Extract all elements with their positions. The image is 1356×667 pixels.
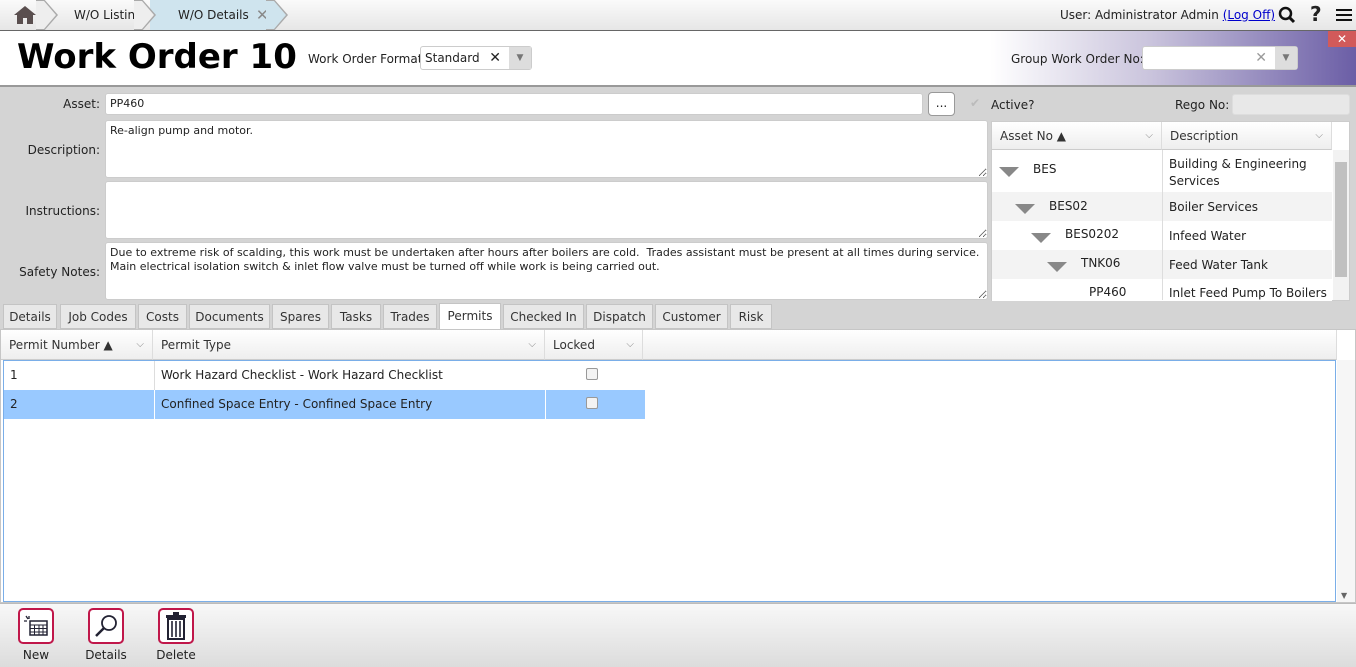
- safety-notes-input[interactable]: [105, 242, 988, 300]
- header: Work Order 10 Work Order Format Standard…: [0, 31, 1356, 87]
- user-label: User: Administrator Admin: [1060, 8, 1219, 22]
- format-value: Standard: [425, 51, 480, 65]
- column-locked[interactable]: Locked ⌵: [545, 330, 643, 360]
- column-permit-type[interactable]: Permit Type ⌵: [153, 330, 545, 360]
- close-button[interactable]: ✕: [1328, 31, 1356, 47]
- instructions-input[interactable]: [105, 181, 988, 239]
- table-row[interactable]: 1 Work Hazard Checklist - Work Hazard Che…: [4, 361, 645, 390]
- tab-risk[interactable]: Risk: [730, 304, 772, 329]
- format-label: Work Order Format: [308, 52, 423, 66]
- tab-tasks[interactable]: Tasks: [331, 304, 381, 329]
- locked-checkbox[interactable]: [586, 397, 598, 409]
- active-label: Active?: [991, 98, 1035, 112]
- permits-grid: Permit Number ▲ ⌵ Permit Type ⌵ Locked ⌵ ▼ …: [0, 329, 1356, 603]
- clear-icon[interactable]: ✕: [1255, 50, 1267, 66]
- logoff-link[interactable]: (Log Off): [1223, 8, 1275, 22]
- asset-label: Asset:: [63, 97, 100, 111]
- search-icon[interactable]: [1278, 6, 1296, 24]
- details-button[interactable]: Details: [76, 608, 136, 662]
- dropdown-arrow-icon[interactable]: ▼: [1275, 47, 1297, 69]
- breadcrumb-wo-details[interactable]: W/O Details: [156, 0, 249, 30]
- tab-documents[interactable]: Documents: [189, 304, 270, 329]
- tree-scrollbar[interactable]: [1333, 150, 1349, 300]
- rego-input: [1232, 94, 1350, 115]
- asset-input[interactable]: PP460: [105, 93, 923, 115]
- dropdown-arrow-icon[interactable]: ▼: [509, 47, 531, 69]
- tab-trades[interactable]: Trades: [383, 304, 437, 329]
- safety-notes-label: Safety Notes:: [19, 265, 100, 279]
- new-grid-icon: [24, 615, 48, 636]
- tab-details[interactable]: Details: [3, 304, 57, 329]
- tab-checked-in[interactable]: Checked In: [503, 304, 584, 329]
- top-bar: W/O Listing W/O Details ✕ User: Administ…: [0, 0, 1356, 31]
- tab-spares[interactable]: Spares: [272, 304, 329, 329]
- tab-costs[interactable]: Costs: [138, 304, 187, 329]
- rego-label: Rego No:: [1175, 98, 1230, 112]
- footer-toolbar: New Details Delete: [0, 603, 1356, 667]
- tab-job-codes[interactable]: Job Codes: [60, 304, 136, 329]
- trash-icon: [166, 612, 186, 640]
- page-title: Work Order 10: [17, 37, 297, 77]
- format-select[interactable]: Standard ✕ ▼: [420, 46, 532, 70]
- group-label: Group Work Order No:: [1011, 52, 1144, 66]
- active-checkbox[interactable]: ✔: [970, 96, 980, 110]
- description-label: Description:: [27, 143, 100, 157]
- help-icon[interactable]: ?: [1310, 2, 1322, 26]
- locked-checkbox[interactable]: [586, 368, 598, 380]
- tab-permits[interactable]: Permits: [439, 303, 501, 330]
- breadcrumb-wo-listing[interactable]: W/O Listing: [52, 0, 148, 30]
- delete-button[interactable]: Delete: [146, 608, 206, 662]
- header-filler: [643, 330, 1337, 360]
- tree-header-asset-no[interactable]: Asset No ▲ ⌵: [992, 122, 1162, 150]
- browse-asset-button[interactable]: ...: [928, 92, 955, 116]
- tree-header-description[interactable]: Description ⌵: [1162, 122, 1332, 150]
- home-icon: [14, 6, 36, 24]
- new-button[interactable]: New: [6, 608, 66, 662]
- table-row[interactable]: 2 Confined Space Entry - Confined Space E…: [4, 390, 645, 419]
- magnifier-icon: [95, 615, 117, 637]
- clear-icon[interactable]: ✕: [489, 50, 501, 66]
- tab-dispatch[interactable]: Dispatch: [586, 304, 653, 329]
- description-input[interactable]: [105, 120, 988, 178]
- asset-tree: Asset No ▲ ⌵ Description ⌵ BES Building & E…: [991, 121, 1350, 301]
- group-select[interactable]: ✕ ▼: [1142, 46, 1298, 70]
- menu-icon[interactable]: [1336, 9, 1352, 21]
- instructions-label: Instructions:: [25, 204, 100, 218]
- column-permit-number[interactable]: Permit Number ▲ ⌵: [1, 330, 153, 360]
- tab-customer[interactable]: Customer: [655, 304, 728, 329]
- grid-scrollbar[interactable]: ▼: [1337, 360, 1355, 602]
